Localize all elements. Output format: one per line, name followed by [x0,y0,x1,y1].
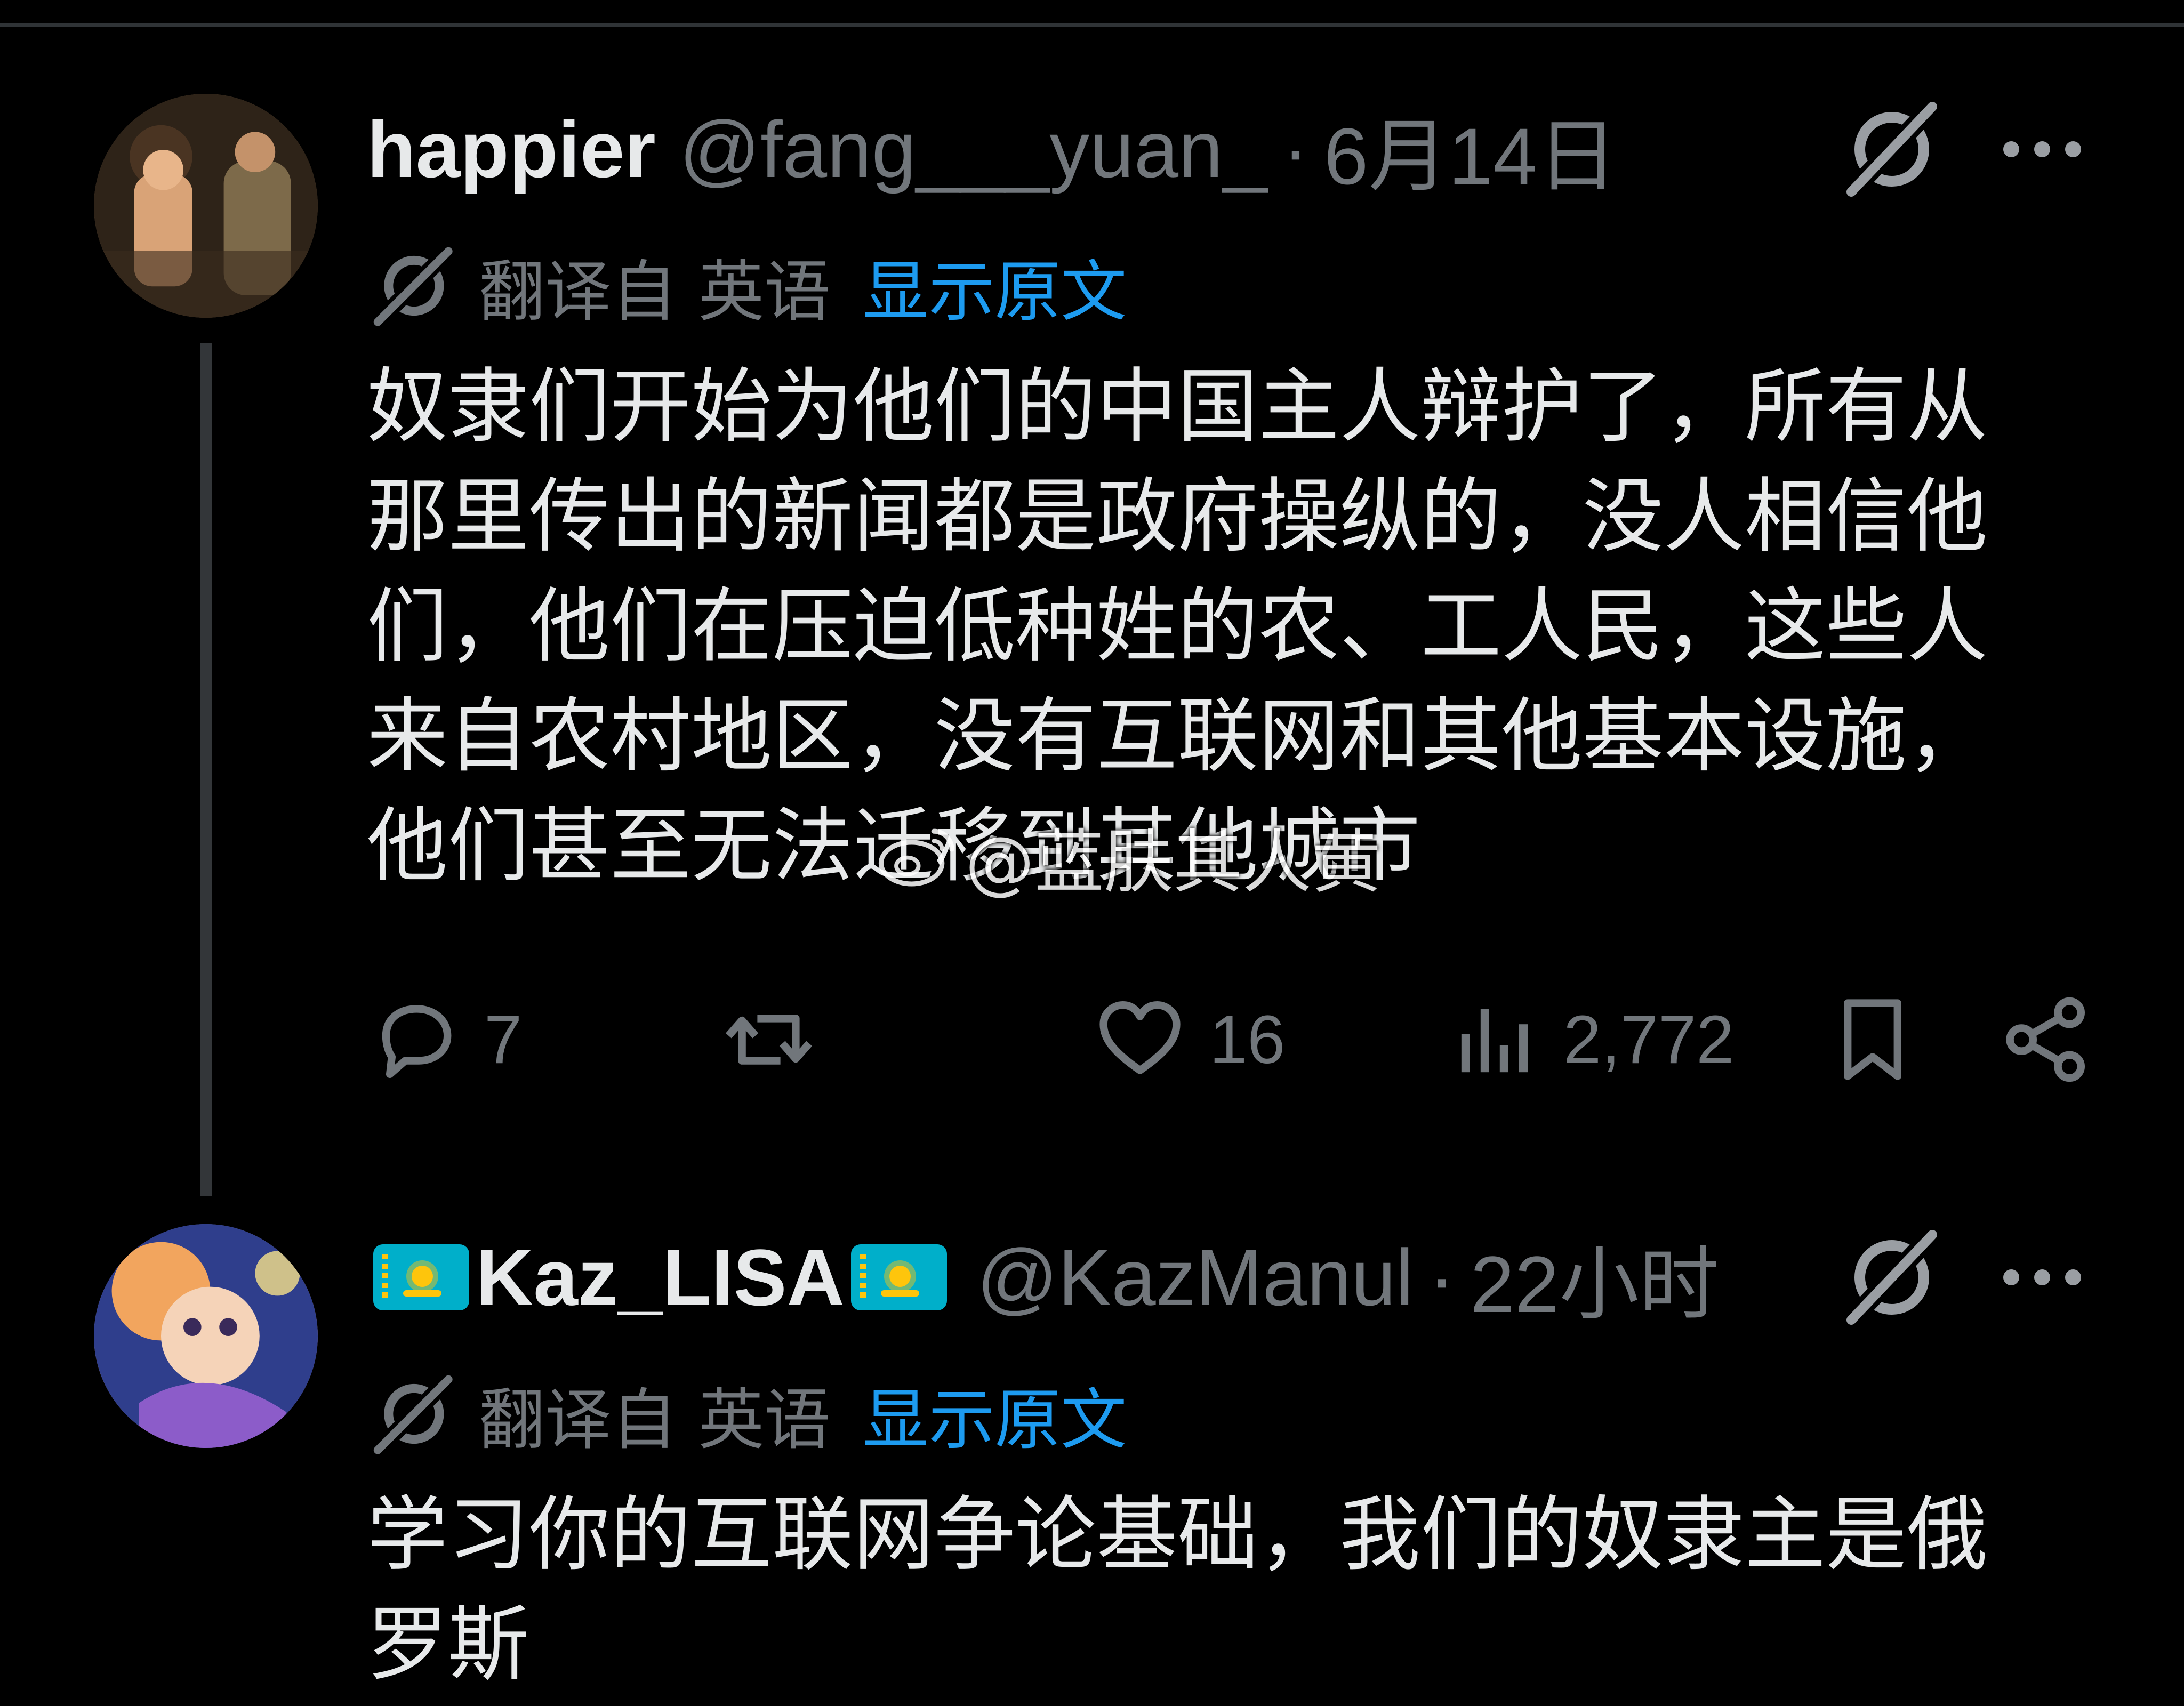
user-handle[interactable]: @fang___yuan_ [679,103,1267,196]
dot [2034,1269,2050,1285]
user-handle[interactable]: @KazManul [977,1232,1414,1324]
reply-count: 7 [484,1001,523,1078]
tweet-action-bar: 7 16 2,772 [367,992,2094,1088]
kazakhstan-flag-icon [373,1244,469,1310]
more-dots-icon[interactable] [1994,101,2090,197]
bookmark-icon [1844,999,1901,1080]
dot [2065,1269,2081,1285]
grok-translate-icon [370,244,456,330]
dot [2003,141,2019,157]
views-button[interactable]: 2,772 [1446,992,1734,1088]
translated-from-label: 翻译自 英语 [479,254,831,331]
thread-connector-line [200,343,212,1196]
heart-icon [1099,1001,1181,1074]
translation-notice: 翻译自 英语 显示原文 [367,243,1127,331]
avatar-illustration [94,94,318,318]
grok-icon[interactable] [1838,96,1945,203]
watermark-text: @蓝肤其人黄 [965,822,1382,903]
grok-icon[interactable] [1838,1224,1945,1331]
header-separator: · [1428,1232,1456,1322]
retweet-button[interactable] [721,992,838,1088]
show-original-link[interactable]: 显示原文 [862,238,1127,334]
dot [2003,1269,2019,1285]
display-name[interactable]: Kaz_LISA [476,1232,845,1324]
weibo-watermark: @蓝肤其人黄 [874,806,1381,906]
display-name[interactable]: happier [367,103,656,196]
dot [2065,141,2081,157]
avatar-happier[interactable] [94,94,318,318]
tweet-timestamp[interactable]: 6月14日 [1324,92,1617,207]
retweet-icon [725,1015,813,1065]
translation-notice: 翻译自 英语 显示原文 [367,1371,1127,1459]
like-button[interactable]: 16 [1092,992,1285,1088]
reply-button[interactable]: 7 [367,992,522,1088]
grok-translate-icon [370,1372,456,1458]
views-chart-icon [1461,1009,1528,1073]
reply-icon [382,1005,452,1078]
share-button[interactable] [1998,992,2094,1088]
tweet-timestamp[interactable]: 22小时 [1470,1220,1719,1335]
translated-from-label: 翻译自 英语 [479,1382,831,1459]
weibo-logo-icon [878,828,954,887]
avatar-kaz-lisa[interactable] [94,1224,318,1448]
like-count: 16 [1209,1001,1286,1078]
avatar-illustration [94,1224,318,1448]
tweet-header: happier @fang___yuan_ · 6月14日 [367,96,1617,203]
share-icon [2006,997,2085,1082]
dot [2034,141,2050,157]
more-dots-icon[interactable] [1994,1229,2090,1325]
view-count: 2,772 [1563,1001,1735,1078]
bookmark-button[interactable] [1825,992,1921,1088]
tweet-header: Kaz_LISA @KazManul · 22小时 [367,1224,1719,1331]
header-separator: · [1282,104,1309,194]
kazakhstan-flag-icon [850,1244,947,1310]
top-divider [0,23,2184,27]
tweet-text: 学习你的互联网争论基础，我们的奴隶主是俄罗斯 [367,1487,1988,1692]
show-original-link[interactable]: 显示原文 [862,1366,1127,1462]
